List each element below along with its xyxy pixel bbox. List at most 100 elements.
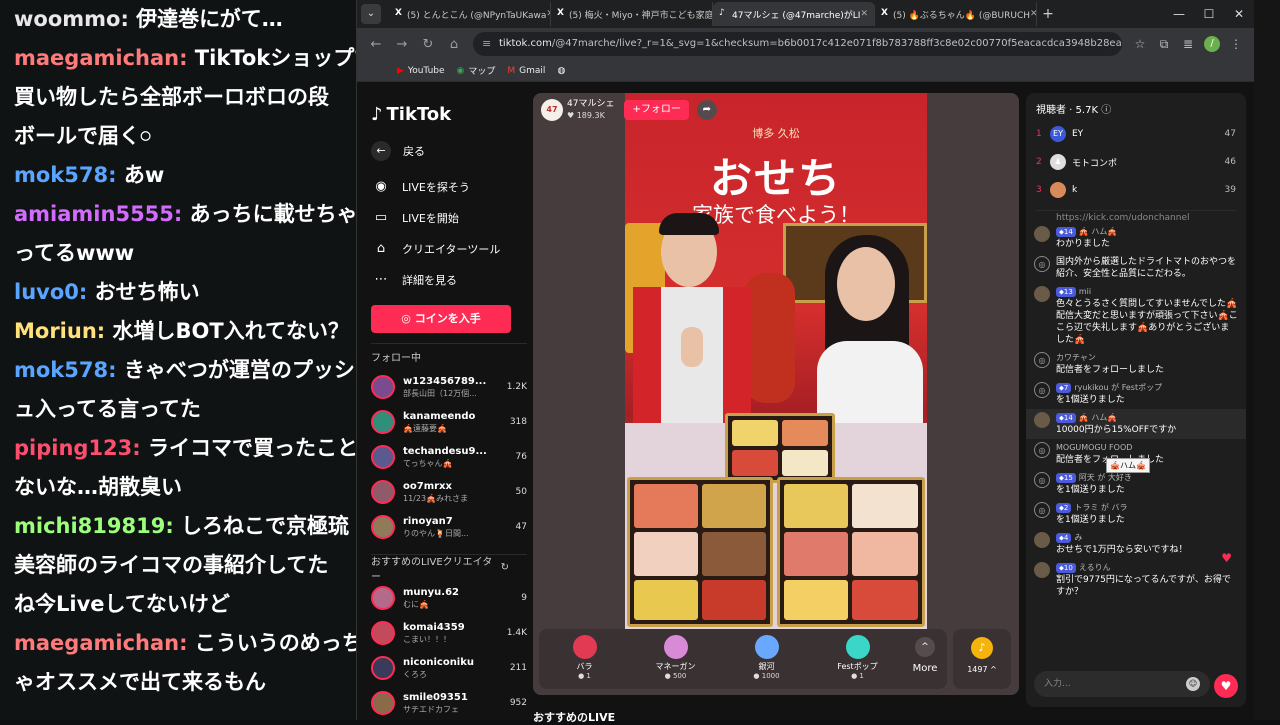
user-avatar[interactable] <box>1034 226 1050 242</box>
creator-row[interactable]: komai4359 こまい！！！ 1.4K <box>371 615 527 650</box>
emoji-icon[interactable]: ☺ <box>1186 677 1200 691</box>
new-tab-button[interactable]: + <box>1037 6 1059 22</box>
close-icon[interactable]: ✕ <box>1224 7 1254 21</box>
creator-row[interactable]: kanameendo 🎪遠藤要🎪 318 <box>371 404 527 439</box>
host-info[interactable]: 47 47マルシェ ♥ 189.3K +フォロー ➦ <box>541 99 717 121</box>
creator-avatar[interactable] <box>371 585 395 610</box>
gift-item[interactable]: マネーガン ● 500 <box>630 629 721 689</box>
creator-row[interactable]: w123456789... 部長山田（12万個... 1.2K <box>371 369 527 404</box>
user-avatar[interactable] <box>1034 412 1050 428</box>
user-avatar[interactable] <box>1034 532 1050 548</box>
chat-message-meta: カワチャン <box>1056 352 1164 364</box>
creator-avatar[interactable] <box>371 620 395 645</box>
bookmark-item[interactable]: ◍ <box>557 66 569 76</box>
chat-username[interactable]: 🎪 ハム🎪 <box>1079 227 1117 236</box>
browser-window: ⌄ X (5) とんとこん (@NPynTaUKawa ✕ X (5) 梅火・Miyo・… <box>356 0 1255 724</box>
refresh-icon[interactable]: ↻ <box>501 562 509 573</box>
site-info-icon[interactable]: ≡ <box>482 32 491 56</box>
chat-username[interactable]: トラミ が バラ <box>1074 503 1127 512</box>
share-icon[interactable]: ➦ <box>696 100 717 120</box>
chat-username[interactable]: カワチャン <box>1056 353 1096 362</box>
user-avatar[interactable] <box>1034 286 1050 302</box>
tab-close-icon[interactable]: ✕ <box>860 9 868 19</box>
creator-row[interactable]: rinoyan7 りのやん🍹日間... 47 <box>371 509 527 544</box>
gift-item[interactable]: 銀河 ● 1000 <box>721 629 812 689</box>
info-icon[interactable]: ⓘ <box>1101 105 1111 116</box>
browser-tab[interactable]: ♪ 47マルシェ (@47marche)がLI ✕ <box>713 2 875 26</box>
creator-row[interactable]: oo7mrxx 11/23🎪みれさま 50 <box>371 474 527 509</box>
chat-input[interactable]: 入力... ☺ <box>1034 671 1210 697</box>
bookmark-item[interactable]: ◉ マップ <box>457 64 496 78</box>
tiktok-logo[interactable]: ♪ TikTok <box>371 104 527 125</box>
browser-tab[interactable]: X (5) 🔥ぶるちゃん🔥 (@BURUCH ✕ <box>875 2 1037 26</box>
creator-avatar[interactable] <box>371 690 395 715</box>
chat-username[interactable]: 阿天 が 大好き <box>1079 473 1132 482</box>
creator-avatar[interactable] <box>371 479 395 504</box>
live-video[interactable]: 博多 久松 おせち 家族で食べよう！ <box>625 93 927 631</box>
browser-tab[interactable]: X(5) 梅火・Miyo・神戸市こども家庭✕ <box>551 2 713 26</box>
user-avatar[interactable] <box>1034 562 1050 578</box>
back-arrow-icon[interactable]: ← <box>363 37 389 52</box>
chat-username[interactable]: 🎪 ハム🎪 <box>1079 413 1117 422</box>
bookmark-star-icon[interactable]: ☆ <box>1128 37 1152 51</box>
sidebar-nav-item[interactable]: ⌂ クリエイターツール <box>371 233 527 264</box>
home-icon[interactable]: ⌂ <box>441 37 467 52</box>
ranking-row[interactable]: 3 k 39 <box>1026 176 1246 204</box>
sidebar-nav-item[interactable]: ◉ LIVEを探そう <box>371 171 527 202</box>
get-coins-label: コインを入手 <box>414 312 481 325</box>
chat-username[interactable]: み <box>1074 533 1082 542</box>
pinned-link[interactable]: https://kick.com/udonchannel <box>1026 213 1246 223</box>
rank-number: 3 <box>1036 185 1042 195</box>
forward-arrow-icon[interactable]: → <box>389 37 415 52</box>
tab-close-icon[interactable]: ✕ <box>1030 9 1036 19</box>
gift-item[interactable]: バラ ● 1 <box>539 629 630 689</box>
sidebar-nav-item[interactable]: ⋯ 詳細を見る <box>371 264 527 295</box>
viewers-header[interactable]: 視聴者 · 5.7K ⓘ <box>1026 93 1246 120</box>
chat-input-placeholder: 入力... <box>1044 679 1071 689</box>
creator-row[interactable]: smile09351 サチエドカフェ 952 <box>371 685 527 720</box>
back-button[interactable]: ← 戻る <box>371 141 527 161</box>
creator-avatar[interactable] <box>371 444 395 469</box>
extensions-icon[interactable]: ⧉ <box>1152 37 1176 52</box>
creator-row[interactable]: munyu.62 むに🎪 9 <box>371 580 527 615</box>
like-heart-button[interactable]: ♥ <box>1214 674 1238 698</box>
media-icon[interactable]: ≣ <box>1176 37 1200 51</box>
chat-username[interactable]: ryukikou が Festポップ <box>1074 383 1162 392</box>
host-name[interactable]: 47マルシェ <box>567 99 614 110</box>
follow-button[interactable]: +フォロー <box>624 100 689 120</box>
creator-row[interactable]: niconiconiku くろろ 211 <box>371 650 527 685</box>
creator-avatar[interactable] <box>371 655 395 680</box>
bookmark-item[interactable]: ▶ YouTube <box>397 66 445 76</box>
overlay-chat-text: TikTokショップで <box>187 46 376 70</box>
chat-username[interactable]: MOGUMOGU FOOD <box>1056 443 1132 452</box>
creator-avatar[interactable] <box>371 514 395 539</box>
chat-message-content: ⬥13 mii 色々とうるさく質問してすいませんでした🎪配信大変だと思いますが頑張っ… <box>1056 286 1238 346</box>
host-avatar[interactable]: 47 <box>541 99 563 121</box>
ranking-row[interactable]: 1 EY EY 47 <box>1026 120 1246 148</box>
tab-bar: ⌄ X (5) とんとこん (@NPynTaUKawa ✕ X (5) 梅火・Miyo・… <box>357 0 1254 28</box>
url-field[interactable]: ≡ tiktok.com/@47marche/live?_r=1&_svg=1&… <box>473 32 1122 56</box>
more-gifts-button[interactable]: ^ More <box>903 629 947 689</box>
profile-avatar[interactable]: / <box>1204 36 1220 52</box>
creator-avatar[interactable] <box>371 374 395 399</box>
minimize-icon[interactable]: — <box>1164 7 1194 21</box>
tab-search-button[interactable]: ⌄ <box>361 4 381 24</box>
gift-name: 銀河 <box>758 662 775 671</box>
creator-avatar[interactable] <box>371 409 395 434</box>
browser-tab[interactable]: X(5) とんとこん (@NPynTaUKawa✕ <box>389 2 551 26</box>
ranking-row[interactable]: 2 ♟ モトコンポ 46 <box>1026 148 1246 176</box>
maximize-icon[interactable]: ☐ <box>1194 7 1224 21</box>
reload-icon[interactable]: ↻ <box>415 37 441 52</box>
gift-item[interactable]: Festポップ ● 1 <box>812 629 903 689</box>
coin-balance-button[interactable]: ♪ 1497 ^ <box>953 629 1011 689</box>
menu-kebab-icon[interactable]: ⋮ <box>1224 37 1248 51</box>
creator-row[interactable]: techandesu9... てっちゃん🎪 76 <box>371 439 527 474</box>
bookmark-icon: ▶ <box>397 65 404 76</box>
bookmark-item[interactable]: M Gmail <box>507 66 545 76</box>
chat-username[interactable]: mii <box>1079 287 1091 296</box>
chat-username[interactable]: えるりん <box>1079 563 1111 572</box>
creator-name: kanameendo <box>403 410 476 422</box>
sidebar-nav-item[interactable]: ▭ LIVEを開始 <box>371 202 527 233</box>
live-player[interactable]: 博多 久松 おせち 家族で食べよう！ 47 47マルシェ ♥ 189.3K +フ… <box>533 93 1019 695</box>
get-coins-button[interactable]: ◎ コインを入手 <box>371 305 511 333</box>
